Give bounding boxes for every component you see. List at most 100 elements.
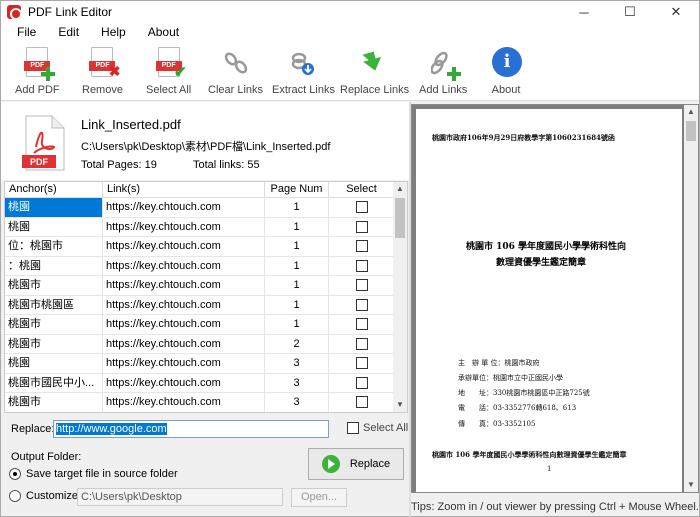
row-select-checkbox[interactable]: [355, 240, 368, 253]
page-num-cell: 1: [265, 295, 329, 314]
replace-button[interactable]: Replace: [308, 448, 404, 480]
menu-help[interactable]: Help: [93, 25, 134, 39]
anchor-cell[interactable]: 桃園: [5, 354, 103, 373]
anchor-cell[interactable]: 桃園市: [5, 334, 103, 353]
viewer-scrollbar[interactable]: ▲ ▼: [684, 105, 698, 492]
select-all-icon: PDF ✔: [151, 45, 187, 81]
info-icon: i: [488, 45, 524, 81]
radio-customize[interactable]: [9, 490, 21, 502]
link-cell[interactable]: https://key.chtouch.com: [103, 198, 265, 217]
add-links-button[interactable]: Add Links: [419, 45, 467, 99]
select-all-box[interactable]: [347, 422, 359, 434]
viewer-scroll-thumb[interactable]: [686, 121, 696, 141]
link-cell[interactable]: https://key.chtouch.com: [103, 315, 265, 334]
row-select-checkbox[interactable]: [355, 259, 368, 272]
page-info-line: 主 辦 單 位：桃園市政府: [458, 359, 540, 367]
table-row[interactable]: ：桃園 https://key.chtouch.com 1: [5, 256, 395, 276]
anchor-cell[interactable]: ：桃園: [5, 256, 103, 275]
select-all-checkbox-label: Select All: [363, 422, 409, 434]
about-button[interactable]: i About: [488, 45, 524, 99]
header-link[interactable]: Link(s): [103, 182, 265, 197]
anchor-cell[interactable]: 桃園: [5, 217, 103, 236]
scroll-down-arrow-icon[interactable]: ▼: [393, 398, 407, 412]
minimize-button[interactable]: ─: [561, 1, 607, 23]
anchor-cell[interactable]: 桃園市國民中小...: [5, 373, 103, 392]
remove-button[interactable]: PDF ✖ Remove: [82, 45, 123, 99]
link-cell[interactable]: https://key.chtouch.com: [103, 373, 265, 392]
menu-edit[interactable]: Edit: [50, 25, 87, 39]
replace-links-label: Replace Links: [340, 84, 410, 96]
replace-row: Replace: http://www.google.com Select Al…: [1, 418, 409, 442]
viewer-scroll-up-icon[interactable]: ▲: [684, 105, 698, 119]
row-select-checkbox[interactable]: [355, 396, 368, 409]
viewer-scroll-down-icon[interactable]: ▼: [684, 478, 698, 492]
row-select-checkbox[interactable]: [355, 201, 368, 214]
replace-input[interactable]: http://www.google.com: [53, 420, 329, 438]
anchor-cell[interactable]: 桃園市桃園區: [5, 295, 103, 314]
row-select-checkbox[interactable]: [355, 337, 368, 350]
close-button[interactable]: ✕: [653, 1, 699, 23]
option-source-folder[interactable]: Save target file in source folder: [9, 468, 178, 480]
row-select-checkbox[interactable]: [355, 318, 368, 331]
link-cell[interactable]: https://key.chtouch.com: [103, 295, 265, 314]
option-customize[interactable]: Customize:: [9, 490, 81, 502]
broken-chain-icon: [218, 45, 254, 81]
pdf-page: 桃園市政府106年9月29日府教學字第1060231684號函 桃園市 106 …: [416, 109, 682, 492]
select-cell: [329, 295, 395, 314]
table-row[interactable]: 桃園市 https://key.chtouch.com 2: [5, 334, 395, 354]
total-pages: Total Pages: 19: [81, 159, 157, 171]
anchor-cell[interactable]: 桃園市: [5, 393, 103, 412]
table-row[interactable]: 桃園市國民中小... https://key.chtouch.com 3: [5, 373, 395, 393]
page-num-cell: 3: [265, 393, 329, 412]
table-row[interactable]: 桃園 https://key.chtouch.com 3: [5, 354, 395, 374]
row-select-checkbox[interactable]: [355, 376, 368, 389]
maximize-button[interactable]: ☐: [607, 1, 653, 23]
extract-links-button[interactable]: Extract Links: [272, 45, 335, 99]
anchor-cell[interactable]: 桃園市: [5, 276, 103, 295]
header-anchor[interactable]: Anchor(s): [5, 182, 103, 197]
table-row[interactable]: 桃園市 https://key.chtouch.com 3: [5, 393, 395, 412]
table-row[interactable]: 桃園 https://key.chtouch.com 1: [5, 198, 395, 218]
window-title: PDF Link Editor: [28, 5, 113, 19]
table-row[interactable]: 桃園 https://key.chtouch.com 1: [5, 217, 395, 237]
header-page-num[interactable]: Page Num: [265, 182, 329, 197]
link-cell[interactable]: https://key.chtouch.com: [103, 393, 265, 412]
open-folder-button[interactable]: Open...: [291, 488, 347, 507]
select-all-label: Select All: [146, 84, 192, 96]
page-num-cell: 1: [265, 256, 329, 275]
select-all-button[interactable]: PDF ✔ Select All: [146, 45, 191, 99]
link-cell[interactable]: https://key.chtouch.com: [103, 237, 265, 256]
add-pdf-button[interactable]: PDF Add PDF: [15, 45, 60, 99]
menu-about[interactable]: About: [140, 25, 187, 39]
menu-file[interactable]: File: [9, 25, 44, 39]
row-select-checkbox[interactable]: [355, 220, 368, 233]
pdf-viewer[interactable]: 桃園市政府106年9月29日府教學字第1060231684號函 桃園市 106 …: [411, 104, 699, 493]
table-row[interactable]: 位：桃園市 https://key.chtouch.com 1: [5, 237, 395, 257]
header-select[interactable]: Select: [329, 182, 395, 197]
table-scrollbar[interactable]: ▲ ▼: [393, 182, 407, 412]
anchor-cell[interactable]: 桃園: [5, 198, 103, 217]
add-pdf-icon: PDF: [19, 45, 56, 81]
table-row[interactable]: 桃園市桃園區 https://key.chtouch.com 1: [5, 295, 395, 315]
link-cell[interactable]: https://key.chtouch.com: [103, 334, 265, 353]
link-cell[interactable]: https://key.chtouch.com: [103, 217, 265, 236]
table-row[interactable]: 桃園市 https://key.chtouch.com 1: [5, 315, 395, 335]
link-cell[interactable]: https://key.chtouch.com: [103, 276, 265, 295]
replace-links-button[interactable]: Replace Links: [340, 45, 409, 99]
page-num-cell: 3: [265, 373, 329, 392]
table-row[interactable]: 桃園市 https://key.chtouch.com 1: [5, 276, 395, 296]
radio-source-folder[interactable]: [9, 468, 21, 480]
replace-input-value: http://www.google.com: [56, 423, 167, 435]
custom-path-input[interactable]: C:\Users\pk\Desktop: [77, 488, 283, 506]
select-all-checkbox[interactable]: Select All: [347, 422, 408, 434]
row-select-checkbox[interactable]: [355, 357, 368, 370]
scroll-thumb[interactable]: [395, 198, 405, 238]
link-cell[interactable]: https://key.chtouch.com: [103, 256, 265, 275]
anchor-cell[interactable]: 位：桃園市: [5, 237, 103, 256]
scroll-up-arrow-icon[interactable]: ▲: [393, 182, 407, 196]
clear-links-button[interactable]: Clear Links: [208, 45, 263, 99]
row-select-checkbox[interactable]: [355, 279, 368, 292]
anchor-cell[interactable]: 桃園市: [5, 315, 103, 334]
link-cell[interactable]: https://key.chtouch.com: [103, 354, 265, 373]
row-select-checkbox[interactable]: [355, 298, 368, 311]
